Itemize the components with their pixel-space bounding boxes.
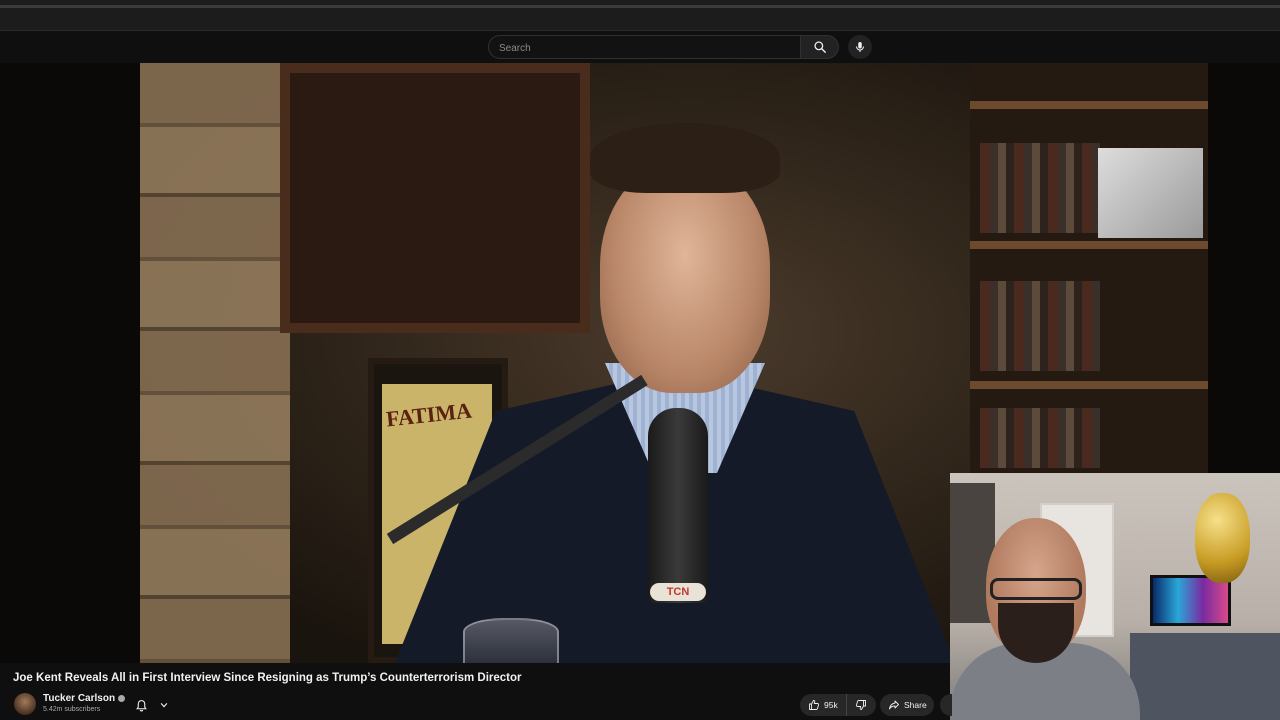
voice-search-button[interactable] xyxy=(848,35,872,59)
webcam-sofa xyxy=(1130,633,1280,720)
more-actions-button[interactable] xyxy=(940,694,952,716)
subscriber-count: 5.42m subscribers xyxy=(43,706,101,713)
browser-tab-strip xyxy=(0,0,1280,31)
channel-avatar[interactable] xyxy=(14,693,36,715)
wood-wall xyxy=(140,63,290,663)
thumbs-down-icon xyxy=(855,700,866,710)
share-label: Share xyxy=(904,700,927,710)
search-input[interactable] xyxy=(497,36,791,60)
bookshelf xyxy=(970,63,1208,473)
chevron-down-icon xyxy=(160,702,168,708)
channel-name-link[interactable]: Tucker Carlson xyxy=(43,693,126,704)
like-dislike-group: 95k xyxy=(800,694,876,716)
video-info: Joe Kent Reveals All in First Interview … xyxy=(0,663,952,720)
thumbs-up-icon xyxy=(809,700,820,710)
shelf-books xyxy=(980,143,1100,233)
verified-icon xyxy=(118,694,126,702)
water-glass xyxy=(463,618,559,663)
like-button[interactable]: 95k xyxy=(800,694,847,716)
framed-photo xyxy=(1098,148,1203,238)
channel-name[interactable]: Tucker Carlson xyxy=(43,693,115,704)
share-button[interactable]: Share xyxy=(880,694,934,716)
mic-badge: TCN xyxy=(650,583,706,601)
masthead xyxy=(0,31,1280,63)
search-icon xyxy=(813,41,826,53)
microphone-icon xyxy=(856,42,864,52)
shelf-books xyxy=(980,281,1100,371)
host-hair xyxy=(590,123,780,193)
like-count: 95k xyxy=(824,700,838,710)
share-arrow-icon xyxy=(889,700,899,710)
shelf-board xyxy=(970,381,1208,389)
dislike-button[interactable] xyxy=(847,694,875,716)
search-box[interactable] xyxy=(488,35,801,60)
host-face xyxy=(600,163,770,393)
notification-bell-button[interactable] xyxy=(130,695,174,715)
bell-icon xyxy=(136,699,148,711)
shelf-books xyxy=(980,408,1100,468)
shelf-board xyxy=(970,101,1208,109)
podcast-microphone xyxy=(648,408,708,603)
search-button[interactable] xyxy=(801,35,839,59)
shelf-board xyxy=(970,241,1208,249)
browser-tab-line xyxy=(0,5,1280,8)
webcam-balloon xyxy=(1195,493,1250,583)
streamer-glasses xyxy=(990,578,1082,600)
video-title: Joe Kent Reveals All in First Interview … xyxy=(13,672,522,684)
webcam-overlay xyxy=(950,473,1280,720)
